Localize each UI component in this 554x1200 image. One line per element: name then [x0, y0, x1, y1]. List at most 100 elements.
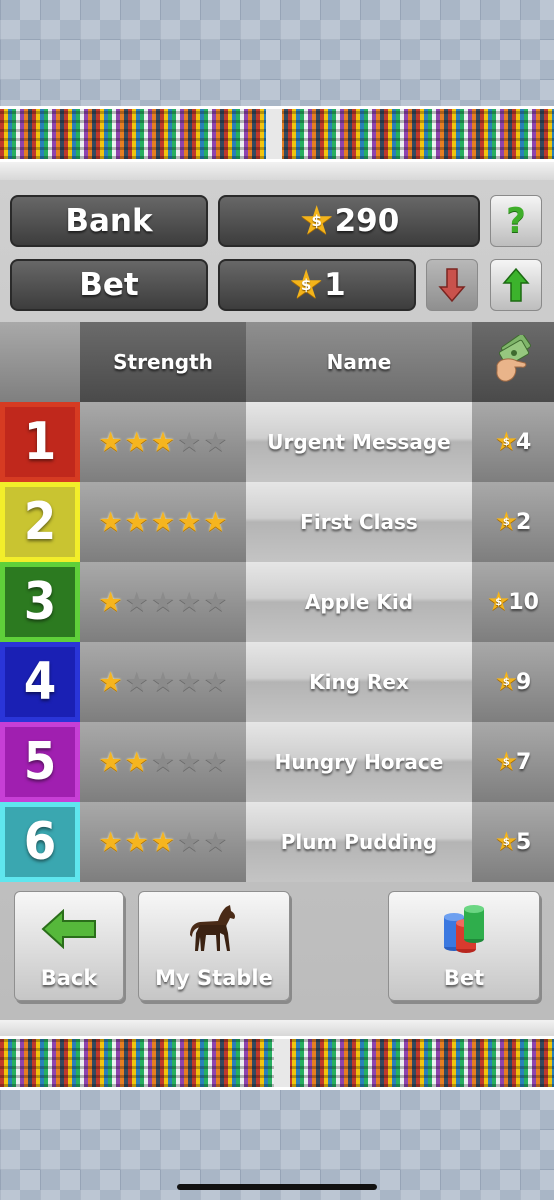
horse-name: Plum Pudding [246, 802, 472, 882]
my-stable-button[interactable]: My Stable [138, 891, 290, 1001]
star-filled-icon: ★ [150, 426, 176, 458]
decrease-bet-button[interactable] [426, 259, 478, 311]
home-indicator[interactable] [177, 1184, 377, 1190]
bet-value: ★ $ 1 [218, 259, 416, 311]
dollar-star-icon: ★ $ [298, 198, 335, 244]
horse-row[interactable]: 3 ★ ★ ★ ★ ★ Apple Kid ★ $10 [0, 562, 554, 642]
star-empty-icon: ★ [124, 666, 149, 698]
money-hand-icon [496, 335, 531, 382]
arrow-left-icon [41, 909, 96, 949]
dollar-star-icon: ★ $ [487, 587, 511, 617]
horse-number: 5 [0, 722, 80, 802]
top-tiles-decor [0, 0, 554, 106]
star-empty-icon: ★ [177, 426, 202, 458]
star-empty-icon: ★ [150, 666, 176, 698]
horse-number: 3 [0, 562, 80, 642]
star-empty-icon: ★ [150, 746, 176, 778]
odds-value: 4 [516, 429, 532, 455]
horse-odds: ★ $5 [472, 802, 554, 882]
horse-number: 2 [0, 482, 80, 562]
star-empty-icon: ★ [203, 666, 228, 698]
star-filled-icon: ★ [124, 426, 149, 458]
strength-rating: ★ ★ ★ ★ ★ [80, 722, 246, 802]
odds-value: 5 [516, 829, 532, 855]
bank-value: ★ $ 290 [218, 195, 480, 247]
star-empty-icon: ★ [150, 586, 176, 618]
bet-label: Bet [10, 259, 208, 311]
horse-row[interactable]: 1 ★ ★ ★ ★ ★ Urgent Message ★ $4 [0, 402, 554, 482]
strength-rating: ★ ★ ★ ★ ★ [80, 562, 246, 642]
horse-number: 1 [0, 402, 80, 482]
horse-row[interactable]: 6 ★ ★ ★ ★ ★ Plum Pudding ★ $5 [0, 802, 554, 882]
top-rail [0, 162, 554, 180]
star-filled-icon: ★ [98, 506, 123, 538]
header-strength: Strength [80, 322, 246, 402]
odds-value: 9 [516, 669, 532, 695]
header-name: Name [246, 322, 472, 402]
horse-name: Urgent Message [246, 402, 472, 482]
star-filled-icon: ★ [124, 826, 149, 858]
horse-odds: ★ $7 [472, 722, 554, 802]
strength-rating: ★ ★ ★ ★ ★ [80, 642, 246, 722]
horse-number: 6 [0, 802, 80, 882]
bet-button[interactable]: Bet [388, 891, 540, 1001]
star-filled-icon: ★ [203, 506, 228, 538]
horse-number: 4 [0, 642, 80, 722]
star-filled-icon: ★ [150, 506, 176, 538]
star-filled-icon: ★ [150, 826, 176, 858]
horse-odds: ★ $2 [472, 482, 554, 562]
dollar-star-icon: ★ $ [288, 262, 325, 308]
horse-name: First Class [246, 482, 472, 562]
star-filled-icon: ★ [124, 746, 149, 778]
star-filled-icon: ★ [98, 426, 123, 458]
dollar-star-icon: ★ $ [494, 507, 518, 537]
star-filled-icon: ★ [124, 506, 149, 538]
odds-value: 7 [516, 749, 532, 775]
horse-odds: ★ $10 [472, 562, 554, 642]
star-empty-icon: ★ [177, 666, 202, 698]
horse-row[interactable]: 2 ★ ★ ★ ★ ★ First Class ★ $2 [0, 482, 554, 562]
strength-rating: ★ ★ ★ ★ ★ [80, 802, 246, 882]
star-filled-icon: ★ [98, 586, 123, 618]
arrow-up-icon [502, 267, 530, 302]
horse-name: King Rex [246, 642, 472, 722]
horse-name: Apple Kid [246, 562, 472, 642]
star-empty-icon: ★ [203, 586, 228, 618]
star-empty-icon: ★ [177, 586, 202, 618]
header-number-column [0, 322, 80, 402]
bank-label: Bank [10, 195, 208, 247]
top-crowd-decor [0, 106, 554, 162]
odds-value: 10 [508, 589, 539, 615]
star-filled-icon: ★ [98, 666, 123, 698]
strength-rating: ★ ★ ★ ★ ★ [80, 482, 246, 562]
dollar-star-icon: ★ $ [494, 667, 518, 697]
odds-value: 2 [516, 509, 532, 535]
header-odds [472, 322, 554, 402]
horse-odds: ★ $4 [472, 402, 554, 482]
bottom-crowd-decor [0, 1036, 554, 1090]
increase-bet-button[interactable] [490, 259, 542, 311]
dollar-star-icon: ★ $ [494, 427, 518, 457]
star-empty-icon: ★ [177, 826, 202, 858]
chip-stack-icon [444, 905, 484, 953]
bottom-rail [0, 1020, 554, 1036]
strength-rating: ★ ★ ★ ★ ★ [80, 402, 246, 482]
arrow-down-icon [438, 268, 466, 303]
horse-row[interactable]: 5 ★ ★ ★ ★ ★ Hungry Horace ★ $7 [0, 722, 554, 802]
star-empty-icon: ★ [203, 746, 228, 778]
star-filled-icon: ★ [98, 746, 123, 778]
star-empty-icon: ★ [203, 426, 228, 458]
star-filled-icon: ★ [177, 506, 202, 538]
horse-icon [190, 905, 235, 951]
horse-odds: ★ $9 [472, 642, 554, 722]
star-empty-icon: ★ [203, 826, 228, 858]
horse-name: Hungry Horace [246, 722, 472, 802]
help-button[interactable]: ? [490, 195, 542, 247]
star-filled-icon: ★ [98, 826, 123, 858]
star-empty-icon: ★ [124, 586, 149, 618]
dollar-star-icon: ★ $ [494, 747, 518, 777]
dollar-star-icon: ★ $ [494, 827, 518, 857]
back-button[interactable]: Back [14, 891, 124, 1001]
horse-row[interactable]: 4 ★ ★ ★ ★ ★ King Rex ★ $9 [0, 642, 554, 722]
star-empty-icon: ★ [177, 746, 202, 778]
